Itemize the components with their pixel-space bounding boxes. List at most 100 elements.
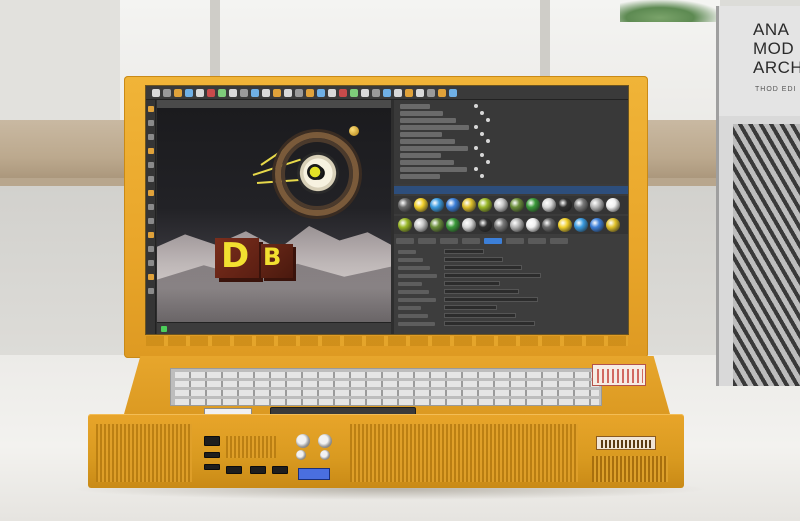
toolbar-icon	[196, 89, 204, 97]
object-tree-row	[400, 139, 455, 144]
material-swatch	[462, 218, 476, 232]
front-lcd-display	[298, 468, 330, 480]
toolbar-icon	[251, 89, 259, 97]
front-vent-center	[350, 424, 578, 482]
usb-port	[250, 466, 266, 474]
usb-port	[204, 452, 220, 458]
sidebar-tool-icon	[148, 232, 154, 238]
object-tree-row	[400, 153, 441, 158]
attribute-tab	[506, 238, 524, 244]
material-swatch	[542, 198, 556, 212]
material-row	[394, 196, 628, 214]
attribute-tab	[418, 238, 436, 244]
object-tree-row	[400, 104, 430, 109]
material-swatch	[494, 218, 508, 232]
material-swatch	[478, 218, 492, 232]
material-row	[394, 216, 628, 234]
key-row	[175, 399, 599, 405]
object-tree-row	[400, 118, 456, 123]
attribute-field	[444, 289, 519, 294]
toolbar-icon	[449, 89, 457, 97]
control-knob	[318, 434, 332, 448]
sidebar-tool-icon	[148, 190, 154, 196]
product-label	[596, 436, 656, 450]
material-swatch	[510, 218, 524, 232]
attribute-field	[444, 265, 522, 270]
lid-hinge-strip	[146, 336, 628, 346]
attribute-tab	[528, 238, 546, 244]
small-orb	[349, 126, 359, 136]
attribute-field	[444, 297, 538, 302]
material-swatch	[590, 198, 604, 212]
toolbar-icon	[185, 89, 193, 97]
object-tree	[394, 100, 628, 184]
toolbar-icon	[339, 89, 347, 97]
attribute-tab	[484, 238, 502, 244]
attribute-tab	[440, 238, 458, 244]
front-vent-left	[96, 424, 192, 482]
attribute-tab	[396, 238, 414, 244]
orb-pupil	[307, 164, 323, 180]
material-swatch	[494, 198, 508, 212]
material-swatch	[558, 218, 572, 232]
timeline-bar	[157, 322, 391, 334]
laptop-screen: D B	[146, 86, 628, 334]
material-swatch	[558, 198, 572, 212]
power-button	[296, 434, 310, 448]
attribute-label	[398, 298, 436, 302]
toolbar-icon	[328, 89, 336, 97]
ethernet-port	[204, 436, 220, 446]
object-visibility-dot	[474, 167, 478, 171]
attribute-label	[398, 274, 437, 278]
right-panel	[394, 100, 628, 334]
material-swatch	[526, 198, 540, 212]
material-swatch	[590, 218, 604, 232]
key-row	[175, 390, 599, 396]
object-tree-row	[400, 125, 469, 130]
attribute-field	[444, 273, 541, 278]
object-tree-row	[400, 174, 440, 179]
object-visibility-dot	[480, 132, 484, 136]
app-sidebar	[146, 100, 156, 334]
object-tree-row	[400, 111, 443, 116]
toolbar-icon	[372, 89, 380, 97]
sidebar-tool-icon	[148, 246, 154, 252]
attribute-field	[444, 281, 500, 286]
toolbar-icon	[306, 89, 314, 97]
attribute-label	[398, 314, 428, 318]
sidebar-tool-icon	[148, 162, 154, 168]
attribute-panel	[394, 234, 628, 334]
object-tree-row	[400, 167, 467, 172]
object-visibility-dot	[486, 160, 490, 164]
material-swatch	[446, 198, 460, 212]
material-swatch	[414, 198, 428, 212]
object-visibility-dot	[486, 118, 490, 122]
toolbar-icon	[350, 89, 358, 97]
play-icon	[161, 326, 167, 332]
sidebar-tool-icon	[148, 134, 154, 140]
toolbar-icon	[174, 89, 182, 97]
keyboard	[170, 368, 602, 406]
attribute-field	[444, 257, 503, 262]
material-swatch	[526, 218, 540, 232]
material-swatch	[414, 218, 428, 232]
object-visibility-dot	[474, 125, 478, 129]
attribute-field	[444, 305, 497, 310]
sidebar-tool-icon	[148, 176, 154, 182]
usb-port	[226, 466, 242, 474]
material-swatch	[606, 198, 620, 212]
material-manager-header	[394, 186, 628, 194]
sidebar-tool-icon	[148, 148, 154, 154]
sidebar-tool-icon	[148, 106, 154, 112]
sidebar-tool-icon	[148, 260, 154, 266]
attribute-label	[398, 250, 416, 254]
toolbar-icon	[262, 89, 270, 97]
object-tree-row	[400, 132, 442, 137]
material-swatch	[574, 218, 588, 232]
object-visibility-dot	[480, 153, 484, 157]
certification-sticker	[592, 364, 646, 386]
product-label-print	[601, 440, 653, 448]
toolbar-icon	[284, 89, 292, 97]
usb-port	[272, 466, 288, 474]
certification-sticker-print	[597, 369, 643, 383]
